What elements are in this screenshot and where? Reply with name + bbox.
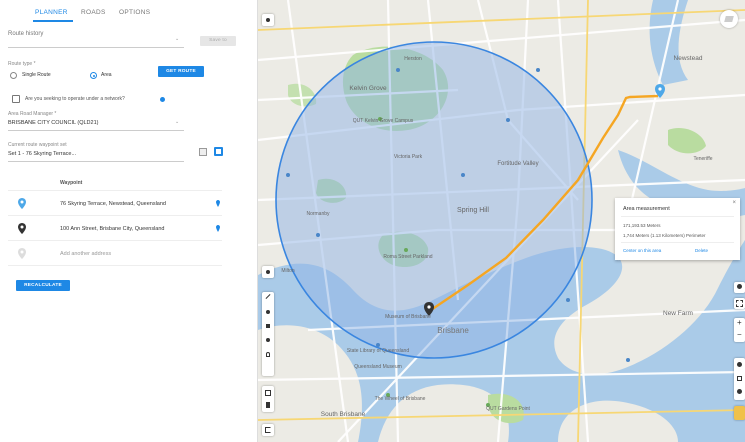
zoom-control: + − xyxy=(734,318,745,342)
location-pin-icon[interactable] xyxy=(734,282,745,293)
close-icon[interactable]: × xyxy=(732,200,736,206)
map-label-fortitude: Fortitude Valley xyxy=(497,161,538,167)
map-side-toolbar xyxy=(734,358,745,400)
tab-options[interactable]: OPTIONS xyxy=(119,9,150,16)
area-measurement-popup: × Area measurement 171,193.53 Meters 1,7… xyxy=(615,198,740,260)
divider xyxy=(8,265,222,266)
chevron-down-icon: ⌄ xyxy=(175,119,180,125)
map-label-herston: Herston xyxy=(404,56,422,62)
rectangle-tool-icon[interactable] xyxy=(266,324,270,328)
marker-tool-icon[interactable] xyxy=(266,352,270,357)
copy-icon[interactable] xyxy=(199,148,207,156)
divider xyxy=(621,216,734,217)
single-route-label: Single Route xyxy=(22,72,51,78)
network-label: Are you seeking to operate under a netwo… xyxy=(25,96,125,102)
route-history-underline xyxy=(8,47,184,48)
map-pin-icon xyxy=(18,223,26,234)
measurement-area: 171,193.53 Meters xyxy=(623,223,661,228)
single-route-radio[interactable] xyxy=(10,72,17,79)
map-pin-icon xyxy=(18,248,26,259)
map-label-normanby: Normanby xyxy=(306,211,330,217)
road-manager-underline xyxy=(8,130,184,131)
map-dot-button[interactable] xyxy=(262,266,274,278)
edit-icon[interactable] xyxy=(265,390,271,396)
map-label-state-lib: State Library of Queensland xyxy=(347,348,409,354)
map-label-wheel: The Wheel of Brisbane xyxy=(375,396,426,402)
measurement-title: Area measurement xyxy=(623,206,670,212)
edit-toolbar xyxy=(262,386,274,412)
circle-tool-icon[interactable] xyxy=(266,310,270,314)
pegman-icon[interactable] xyxy=(734,406,745,420)
tab-roads[interactable]: ROADS xyxy=(81,9,106,16)
network-checkbox[interactable] xyxy=(12,95,20,103)
waypoint-set-label: Current route waypoint set xyxy=(8,142,67,148)
trash-icon[interactable] xyxy=(266,402,270,408)
map-dot-button[interactable] xyxy=(262,14,274,26)
road-manager-value[interactable]: BRISBANE CITY COUNCIL (QLD21) xyxy=(8,120,98,126)
circle-icon[interactable] xyxy=(737,362,742,367)
tab-bar: PLANNER ROADS OPTIONS xyxy=(0,0,257,22)
left-panel: PLANNER ROADS OPTIONS Route history ⌄ Sa… xyxy=(0,0,258,442)
layers-icon[interactable] xyxy=(720,10,738,28)
waypoint-set-underline xyxy=(8,161,184,162)
circle-icon[interactable] xyxy=(737,389,742,394)
fit-bounds-icon[interactable] xyxy=(734,298,745,309)
area-label: Area xyxy=(101,72,112,78)
tab-planner[interactable]: PLANNER xyxy=(35,9,68,16)
add-address-placeholder[interactable]: Add another address xyxy=(60,251,111,257)
save-icon[interactable] xyxy=(214,147,223,156)
map-label-newstead: Newstead xyxy=(674,55,703,62)
map-label-milton: Milton xyxy=(281,268,295,274)
waypoint-address[interactable]: 76 Skyring Terrace, Newstead, Queensland xyxy=(60,201,166,207)
save-route-button[interactable]: Save to xyxy=(200,36,236,46)
map-label-qut: QUT Gardens Point xyxy=(486,406,530,412)
delete-area-link[interactable]: Delete xyxy=(695,248,708,253)
map-label-victoria: Victoria Park xyxy=(394,154,423,160)
fullscreen-button[interactable] xyxy=(262,424,274,436)
map-label-teneriffe: Teneriffe xyxy=(693,156,712,162)
map-label-new-farm: New Farm xyxy=(663,310,693,317)
map-label-roma: Roma Street Parkland xyxy=(383,254,432,260)
map-label-qut-kg: QUT Kelvin Grove Campus xyxy=(353,118,414,124)
divider xyxy=(8,215,222,216)
measurement-perimeter: 1,744 Meters (1.13 Kilometers) Perimeter xyxy=(623,233,706,238)
divider xyxy=(8,190,222,191)
divider xyxy=(621,242,734,243)
map-label-brisbane: Brisbane xyxy=(437,326,469,335)
square-icon[interactable] xyxy=(737,376,742,381)
road-manager-label: Area Road Manager * xyxy=(8,111,57,117)
line-tool-icon[interactable] xyxy=(265,294,271,299)
route-type-label: Route type * xyxy=(8,61,36,67)
zoom-out-icon[interactable]: − xyxy=(737,330,742,339)
area-radio[interactable] xyxy=(90,72,97,79)
get-route-button[interactable]: GET ROUTE xyxy=(158,66,204,77)
recalculate-button[interactable]: RECALCULATE xyxy=(16,280,70,291)
drag-handle-icon[interactable] xyxy=(216,225,220,232)
map-label-kelvin-grove: Kelvin Grove xyxy=(349,85,387,92)
center-area-link[interactable]: Center on this area xyxy=(623,248,661,253)
map-label-south-brisbane: South Brisbane xyxy=(321,411,366,418)
drag-handle-icon[interactable] xyxy=(216,200,220,207)
help-icon[interactable] xyxy=(160,97,165,102)
map-label-spring-hill: Spring Hill xyxy=(457,207,489,214)
waypoint-set-value[interactable]: Set 1 - 76 Skyring Terrace... xyxy=(8,151,76,157)
waypoint-column-header: Waypoint xyxy=(60,180,83,186)
tab-active-indicator xyxy=(33,20,73,22)
map-pin-icon xyxy=(18,198,26,209)
polygon-tool-icon[interactable] xyxy=(266,338,270,342)
zoom-in-icon[interactable]: + xyxy=(737,318,742,327)
route-history-label: Route history xyxy=(8,31,44,37)
waypoint-address[interactable]: 100 Ann Street, Brisbane City, Queenslan… xyxy=(60,226,164,232)
drawing-toolbar xyxy=(262,292,274,376)
chevron-down-icon: ⌄ xyxy=(175,36,180,42)
divider xyxy=(8,240,222,241)
map-label-powerhouse: Museum of Brisbane xyxy=(385,314,431,320)
map-label-museum: Queensland Museum xyxy=(354,364,402,370)
